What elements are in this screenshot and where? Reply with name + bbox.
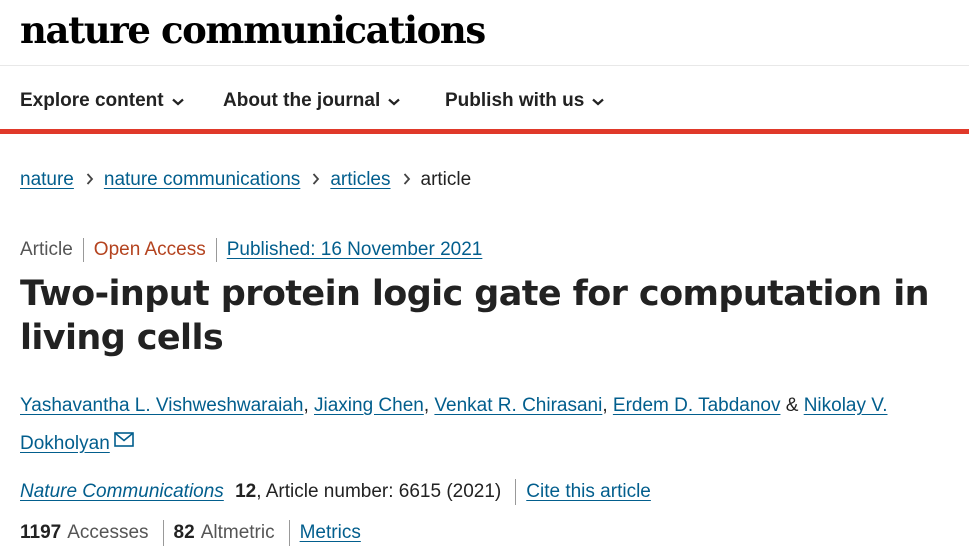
author-link[interactable]: Erdem D. Tabdanov <box>613 395 781 416</box>
breadcrumb: nature nature communications articles artic… <box>20 169 471 191</box>
divider <box>215 238 217 262</box>
divider <box>162 520 164 546</box>
nav-about-journal-label: About the journal <box>223 90 381 112</box>
journal-link[interactable]: Nature Communications <box>20 481 224 502</box>
published-date-link[interactable]: Published: 16 November 2021 <box>227 239 483 260</box>
breadcrumb-articles[interactable]: articles <box>330 169 390 190</box>
author-link[interactable]: Jiaxing Chen <box>314 395 424 416</box>
accesses-label: Accesses <box>67 522 149 544</box>
nav-publish-with-us[interactable]: Publish with us <box>445 90 605 112</box>
breadcrumb-nature-communications[interactable]: nature communications <box>104 169 300 190</box>
chevron-down-icon <box>171 90 184 112</box>
email-icon[interactable] <box>113 424 134 460</box>
article-number: , Article number: 6615 (2021) <box>256 481 502 503</box>
article-meta: Article Open Access Published: 16 November… <box>20 238 482 262</box>
breadcrumb-nature[interactable]: nature <box>20 169 74 190</box>
altmetric-count: 82 <box>173 522 195 544</box>
cite-this-article-link[interactable]: Cite this article <box>526 481 651 502</box>
citation-line: Nature Communications 12, Article number… <box>20 479 651 505</box>
divider <box>288 520 290 546</box>
nav-explore-content-label: Explore content <box>20 90 164 112</box>
breadcrumb-current: article <box>420 169 472 191</box>
metrics-link[interactable]: Metrics <box>300 522 361 543</box>
divider <box>515 479 517 505</box>
metrics-line: 1197 Accesses 82 Altmetric Metrics <box>20 520 361 546</box>
nav-about-journal[interactable]: About the journal <box>223 90 401 112</box>
chevron-right-icon <box>86 169 94 191</box>
open-access-badge: Open Access <box>93 239 206 261</box>
site-header: nature communications <box>0 0 969 66</box>
nav-explore-content[interactable]: Explore content <box>20 90 184 112</box>
site-logo[interactable]: nature communications <box>20 8 486 52</box>
author-list: Yashavantha L. Vishweshwaraiah, Jiaxing … <box>20 388 950 462</box>
chevron-right-icon <box>312 169 320 191</box>
article-type: Article <box>20 239 73 261</box>
altmetric-label: Altmetric <box>200 522 275 544</box>
nav-publish-with-us-label: Publish with us <box>445 90 585 112</box>
article-title: Two-input protein logic gate for computa… <box>20 274 930 358</box>
author-link[interactable]: Yashavantha L. Vishweshwaraiah <box>20 395 303 416</box>
accesses-count: 1197 <box>20 522 62 544</box>
chevron-down-icon <box>388 90 401 112</box>
volume-number: 12 <box>235 481 257 503</box>
main-nav: Explore content About the journal Publis… <box>0 66 969 134</box>
chevron-right-icon <box>403 169 411 191</box>
author-link[interactable]: Venkat R. Chirasani <box>434 395 602 416</box>
divider <box>82 238 84 262</box>
chevron-down-icon <box>592 90 605 112</box>
